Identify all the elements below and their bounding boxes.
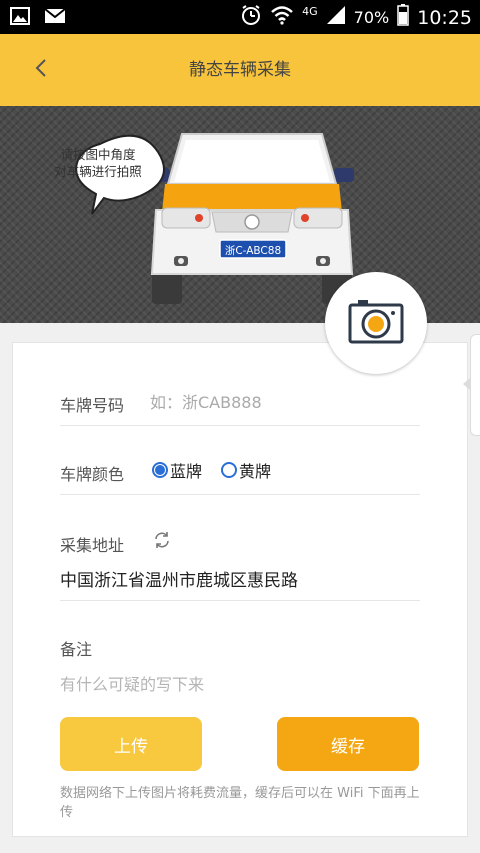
side-drawer-tab[interactable] — [470, 334, 480, 436]
clock: 10:25 — [417, 6, 472, 29]
footnote: 数据网络下上传图片将耗费流量，缓存后可以在 WiFi 下面再上传 — [60, 786, 420, 820]
wifi-icon — [270, 5, 294, 30]
camera-button[interactable] — [325, 272, 427, 374]
battery-icon — [397, 4, 409, 31]
bubble-text: 请按图中角度 对车辆进行拍照 — [50, 146, 146, 180]
plate-input[interactable] — [150, 388, 410, 416]
radio-blue-label: 蓝牌 — [170, 462, 203, 481]
upload-button[interactable]: 上传 — [60, 717, 202, 771]
license-plate-text: 浙C-ABC88 — [224, 245, 282, 257]
back-button[interactable] — [26, 54, 56, 86]
radio-unchecked-icon — [221, 462, 237, 478]
alarm-icon — [240, 4, 262, 31]
mail-icon — [44, 7, 66, 29]
cache-button[interactable]: 缓存 — [277, 717, 419, 771]
radio-yellow-label: 黄牌 — [239, 462, 272, 481]
image-icon — [10, 7, 30, 29]
radio-yellow-plate[interactable]: 黄牌 — [221, 458, 271, 482]
network-type: 4G — [302, 5, 318, 18]
address-value: 中国浙江省温州市鹿城区惠民路 — [60, 571, 298, 591]
app-header: 静态车辆采集 — [0, 34, 480, 106]
refresh-icon[interactable] — [152, 530, 172, 550]
signal-icon — [326, 5, 346, 30]
camera-icon — [348, 298, 404, 348]
radio-checked-icon — [152, 462, 168, 478]
battery-percent: 70% — [353, 8, 390, 27]
bubble-line-1: 请按图中角度 — [60, 147, 136, 162]
divider — [60, 494, 420, 495]
plate-color-label: 车牌颜色 — [60, 465, 125, 484]
chevron-left-icon — [34, 57, 48, 83]
side-drawer-arrow-icon — [463, 378, 470, 390]
radio-blue-plate[interactable]: 蓝牌 — [152, 458, 202, 482]
divider — [60, 600, 420, 601]
address-label: 采集地址 — [60, 536, 125, 555]
divider — [60, 425, 420, 426]
remark-label: 备注 — [60, 640, 93, 659]
status-bar: 4G 70% 10:25 — [0, 0, 480, 34]
page-title: 静态车辆采集 — [189, 60, 291, 80]
remark-input[interactable] — [60, 670, 420, 698]
plate-label: 车牌号码 — [60, 396, 125, 415]
bubble-line-2: 对车辆进行拍照 — [54, 164, 142, 179]
